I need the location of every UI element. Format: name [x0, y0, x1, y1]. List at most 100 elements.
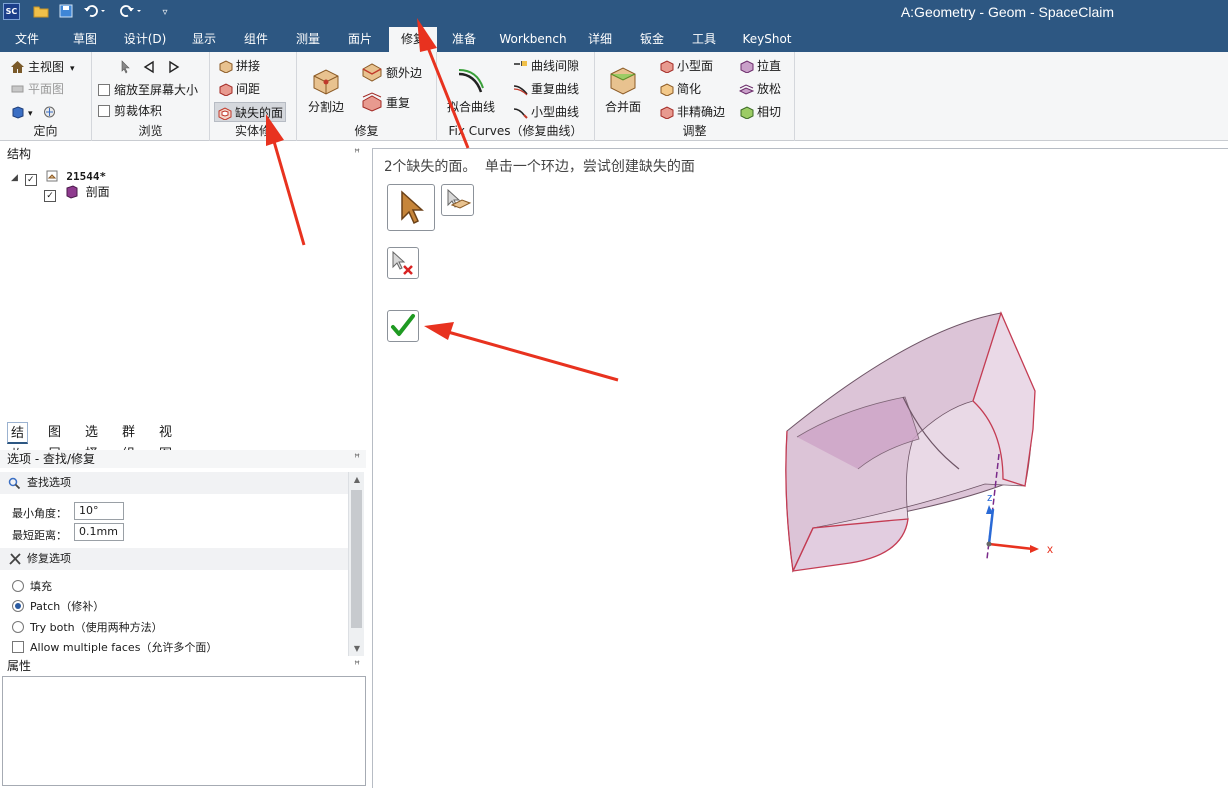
previous-view-button[interactable]: [142, 57, 160, 77]
gap-button[interactable]: 间距: [218, 79, 260, 99]
save-icon[interactable]: [57, 4, 75, 22]
menu-repair[interactable]: 修复: [389, 27, 437, 52]
allow-multiple-faces-checkbox[interactable]: Allow multiple faces（允许多个面）: [12, 639, 217, 657]
plan-view-icon: [10, 82, 25, 96]
menu-display[interactable]: 显示: [182, 27, 226, 52]
split-edges-button[interactable]: 分割边: [303, 64, 349, 115]
radio-try-both[interactable]: Try both（使用两种方法）: [12, 619, 163, 637]
menu-workbench[interactable]: Workbench: [497, 27, 569, 52]
simplify-button[interactable]: 简化: [659, 79, 701, 99]
chevron-down-icon[interactable]: ▾: [28, 109, 33, 119]
fit-curves-button[interactable]: 拟合曲线: [445, 64, 497, 115]
fix-options-label: 修复选项: [27, 552, 71, 565]
radio-fill[interactable]: 填充: [12, 578, 52, 596]
structure-title-text: 结构: [7, 147, 32, 161]
radio-button[interactable]: [12, 580, 24, 592]
duplicates-button[interactable]: 重复: [361, 92, 410, 112]
curve-gaps-button[interactable]: 曲线间隙: [513, 56, 579, 76]
tab-groups[interactable]: 群组: [122, 422, 135, 462]
small-curve-icon: [513, 105, 528, 119]
view-cube-button[interactable]: ▾: [10, 102, 60, 122]
customize-dropdown-icon[interactable]: ▿: [156, 4, 174, 22]
view-orient-icon[interactable]: [42, 105, 57, 119]
min-angle-input[interactable]: 10°: [74, 502, 124, 520]
tab-structure[interactable]: 结构: [7, 422, 29, 463]
tab-selection[interactable]: 选择: [85, 422, 98, 462]
relax-button[interactable]: 放松: [738, 79, 781, 99]
tree-child-row[interactable]: ✓ 剖面: [44, 184, 110, 202]
menu-tools[interactable]: 工具: [682, 27, 726, 52]
small-faces-button[interactable]: 小型面: [659, 56, 713, 76]
missing-faces-button[interactable]: 缺失的面: [214, 102, 287, 122]
stitch-button[interactable]: 拼接: [218, 56, 260, 76]
menu-keyshot[interactable]: KeyShot: [738, 27, 796, 52]
small-curves-button[interactable]: 小型曲线: [513, 102, 579, 122]
clip-volume-checkbox[interactable]: 剪裁体积: [98, 101, 162, 121]
redo-icon[interactable]: [118, 4, 144, 22]
menu-facets[interactable]: 面片: [338, 27, 382, 52]
tree-visibility-checkbox[interactable]: ✓: [44, 190, 56, 202]
zoom-fit-label: 缩放至屏幕大小: [114, 83, 199, 97]
triad-x-label: x: [1047, 542, 1053, 556]
merge-faces-icon: [607, 64, 639, 96]
menu-prepare[interactable]: 准备: [442, 27, 486, 52]
split-edges-icon: [310, 64, 342, 96]
graphics-viewport[interactable]: 2个缺失的面。 单击一个环边，尝试创建缺失的面 z x: [373, 148, 1228, 788]
find-options-section[interactable]: 查找选项: [0, 472, 348, 494]
radio-try-both-label: Try both（使用两种方法）: [30, 621, 163, 634]
status-hint: 2个缺失的面。 单击一个环边，尝试创建缺失的面: [384, 159, 695, 175]
radio-button[interactable]: [12, 621, 24, 633]
radio-patch[interactable]: Patch（修补）: [12, 598, 104, 616]
menu-detail[interactable]: 详细: [578, 27, 622, 52]
duplicate-curves-button[interactable]: 重复曲线: [513, 79, 579, 99]
menu-assembly[interactable]: 组件: [234, 27, 278, 52]
inexact-edge-icon: [659, 105, 674, 120]
small-curves-label: 小型曲线: [531, 105, 580, 119]
undo-icon[interactable]: [82, 4, 108, 22]
tree-visibility-checkbox[interactable]: ✓: [24, 174, 37, 186]
menu-sheetmetal[interactable]: 钣金: [630, 27, 674, 52]
max-distance-input[interactable]: 0.1mm: [74, 523, 124, 541]
pin-icon[interactable]: ꟸ: [354, 450, 360, 468]
ribbon-group-browse: 缩放至屏幕大小 剪裁体积 浏览: [92, 52, 210, 141]
pin-icon[interactable]: ꟸ: [354, 145, 360, 163]
tangency-button[interactable]: 相切: [739, 102, 781, 122]
next-view-button[interactable]: [166, 57, 184, 77]
select-face-tool-button[interactable]: [441, 184, 474, 216]
checkbox[interactable]: [98, 84, 110, 96]
tab-views[interactable]: 视图: [159, 422, 172, 462]
chevron-down-icon[interactable]: ▾: [70, 64, 75, 74]
exclude-tool-button[interactable]: [387, 247, 419, 279]
scroll-thumb[interactable]: [351, 490, 362, 628]
ribbon-group-label: 浏览: [138, 124, 163, 138]
extra-edges-button[interactable]: 额外边: [361, 62, 422, 82]
properties-box: [2, 676, 366, 786]
straighten-button[interactable]: 拉直: [739, 56, 781, 76]
fix-options-section[interactable]: 修复选项: [0, 548, 348, 570]
pin-icon[interactable]: ꟸ: [354, 657, 360, 675]
tree-root-row[interactable]: ◢ ✓ 21544*: [11, 168, 106, 186]
select-tool-button[interactable]: [387, 184, 435, 231]
scroll-down-icon[interactable]: ▼: [349, 644, 365, 653]
checkbox[interactable]: [12, 641, 24, 653]
menu-sketch[interactable]: 草图: [60, 27, 110, 52]
options-scrollbar[interactable]: ▲ ▼: [348, 472, 364, 656]
tree-expand-icon[interactable]: ◢: [11, 173, 18, 183]
complete-button[interactable]: [387, 310, 419, 342]
radio-button[interactable]: [12, 600, 24, 612]
select-arrow-button[interactable]: [118, 57, 136, 77]
inexact-edges-button[interactable]: 非精确边: [659, 102, 725, 122]
properties-panel-title: 属性 ꟸ: [0, 657, 366, 675]
open-icon[interactable]: [32, 4, 50, 22]
zoom-fit-checkbox[interactable]: 缩放至屏幕大小: [98, 80, 198, 100]
plan-view-button[interactable]: 平面图: [10, 79, 64, 99]
main-view-button[interactable]: 主视图 ▾: [10, 57, 75, 77]
menu-design[interactable]: 设计(D): [115, 27, 175, 52]
tab-layers[interactable]: 图层: [48, 422, 61, 462]
menu-measure[interactable]: 测量: [286, 27, 330, 52]
merge-faces-button[interactable]: 合并面: [601, 64, 645, 115]
scroll-up-icon[interactable]: ▲: [349, 475, 365, 484]
checkbox[interactable]: [98, 105, 110, 117]
radio-fill-label: 填充: [30, 580, 52, 593]
menu-file[interactable]: 文件: [0, 27, 54, 52]
